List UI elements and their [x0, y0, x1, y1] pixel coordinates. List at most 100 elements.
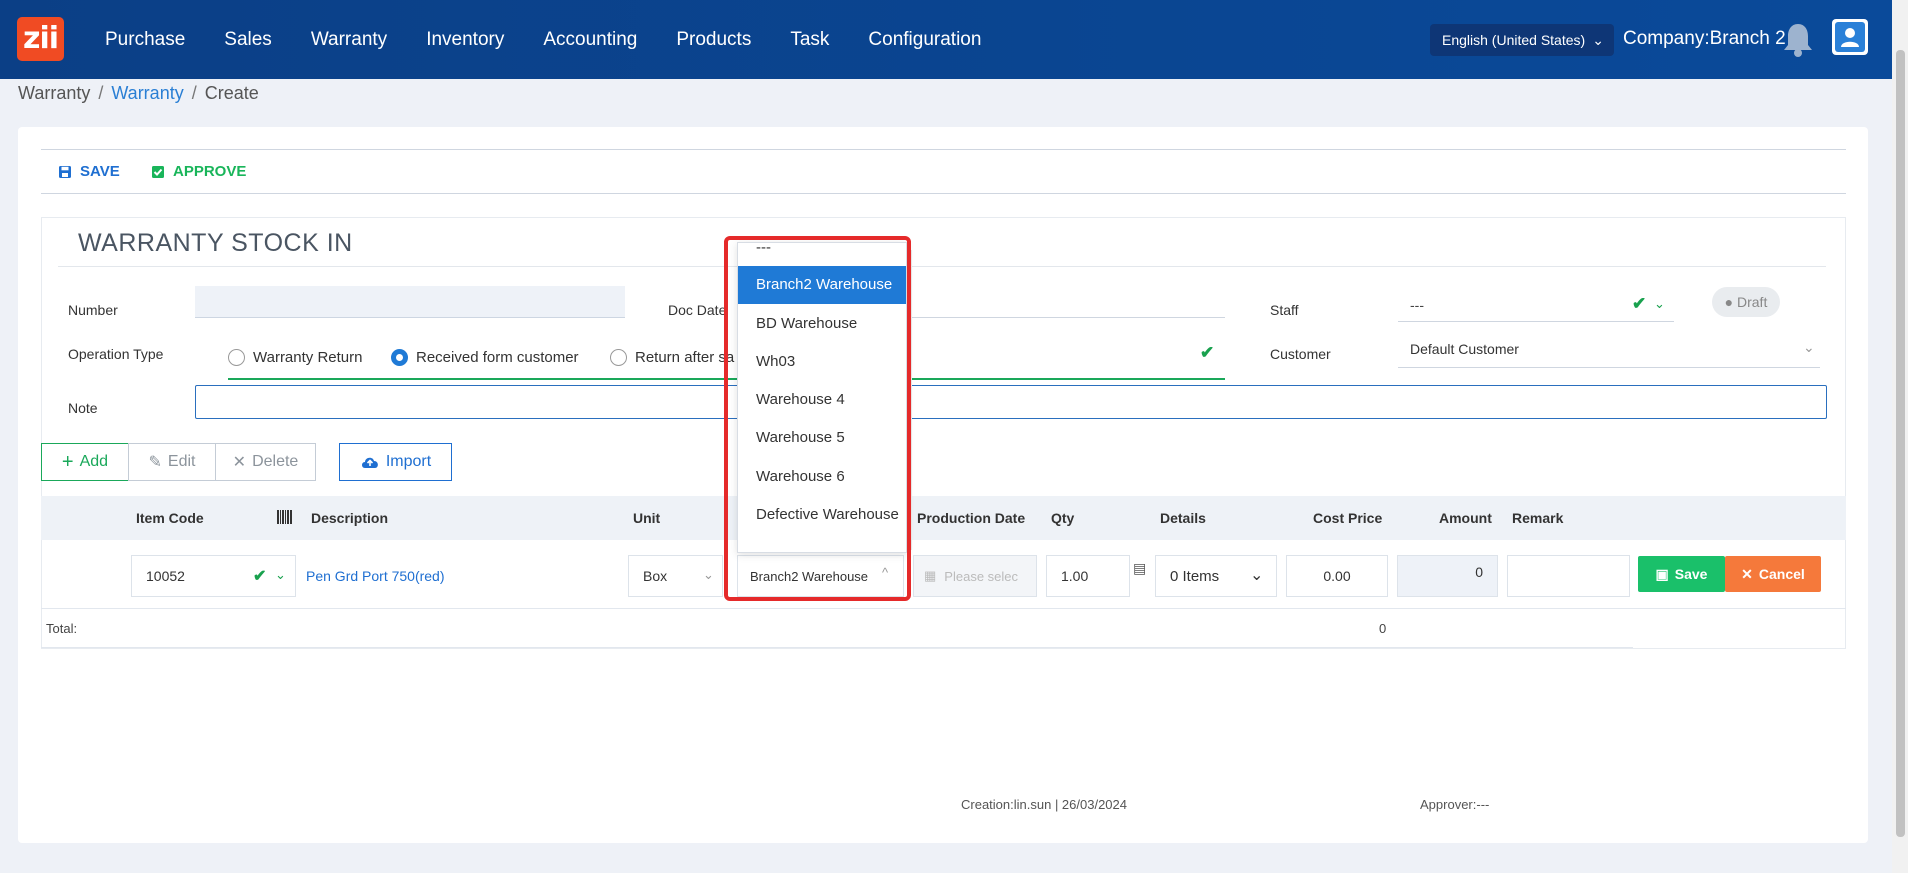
amount-field: 0 [1397, 555, 1498, 597]
production-date-input[interactable]: ▦ Please selec [913, 555, 1037, 597]
delete-label: Delete [252, 453, 299, 470]
import-label: Import [385, 453, 432, 470]
breadcrumb-current: Create [204, 83, 259, 103]
highlight-box [724, 236, 911, 601]
bell-icon[interactable] [1780, 20, 1816, 58]
staff-label: Staff [1270, 302, 1299, 318]
note-label: Note [68, 400, 98, 416]
column-production-date[interactable]: Production Date [917, 510, 1025, 526]
breadcrumb-separator: / [191, 83, 197, 103]
breadcrumb-link[interactable]: Warranty [111, 83, 183, 103]
logo[interactable]: zii [17, 17, 64, 61]
production-date-placeholder: Please selec [944, 568, 1019, 584]
approve-label: APPROVE [173, 163, 247, 180]
nav-inventory[interactable]: Inventory [426, 29, 504, 51]
customer-value[interactable]: Default Customer [1410, 341, 1519, 357]
creation-info: Creation:lin.sun | 26/03/2024 [961, 797, 1127, 812]
chevron-down-icon: ⌄ [1592, 32, 1604, 48]
floppy-icon: ▣ [1655, 565, 1669, 582]
calendar-icon: ▦ [924, 568, 937, 583]
row-save-button[interactable]: ▣ Save [1638, 556, 1725, 592]
edit-button[interactable]: ✎ Edit [128, 443, 216, 481]
import-button[interactable]: Import [339, 443, 452, 481]
staff-value[interactable]: --- [1410, 297, 1424, 313]
close-icon: ✕ [1741, 565, 1753, 582]
column-item-code[interactable]: Item Code [136, 510, 204, 526]
divider [41, 647, 1633, 648]
customer-label: Customer [1270, 346, 1331, 362]
customer-underline [1398, 367, 1820, 368]
company-label[interactable]: Company:Branch 2 [1623, 28, 1786, 50]
nav-task[interactable]: Task [790, 29, 829, 51]
nav-configuration[interactable]: Configuration [868, 29, 981, 51]
note-input[interactable] [195, 385, 1827, 419]
language-select[interactable]: English (United States) ⌄ [1430, 24, 1614, 56]
cost-price-input[interactable]: 0.00 [1286, 555, 1388, 597]
page-scrollbar[interactable] [1892, 0, 1908, 873]
nav-warranty[interactable]: Warranty [311, 29, 387, 51]
chevron-down-icon: ⌄ [703, 567, 714, 582]
check-icon: ✔ [253, 568, 267, 585]
column-description[interactable]: Description [311, 510, 388, 526]
breadcrumb-root: Warranty [18, 83, 91, 103]
column-unit[interactable]: Unit [633, 510, 660, 526]
unit-value: Box [643, 568, 668, 584]
calculator-icon[interactable]: ▤ [1133, 560, 1146, 577]
scrollbar-thumb[interactable] [1896, 50, 1905, 837]
total-value: 0 [1379, 621, 1387, 636]
floppy-icon [59, 165, 71, 178]
radio-checked-icon [391, 349, 408, 366]
total-label: Total: [46, 621, 78, 636]
chevron-down-icon: ⌄ [1250, 567, 1264, 584]
row-cancel-label: Cancel [1758, 566, 1805, 582]
nav-products[interactable]: Products [676, 29, 751, 51]
qty-input[interactable]: 1.00 [1046, 555, 1130, 597]
item-description-link[interactable]: Pen Grd Port 750(red) [306, 568, 445, 584]
approve-button[interactable]: APPROVE [151, 163, 246, 180]
number-input[interactable] [195, 286, 625, 318]
radio-label: Return after sa [635, 349, 735, 366]
radio-received-from-customer[interactable]: Received form customer [391, 349, 579, 366]
edit-label: Edit [167, 453, 196, 470]
column-amount[interactable]: Amount [1439, 510, 1492, 526]
item-code-value: 10052 [146, 568, 185, 584]
column-remark[interactable]: Remark [1512, 510, 1563, 526]
top-navigation-bar: zii Purchase Sales Warranty Inventory Ac… [0, 0, 1892, 79]
nav-sales[interactable]: Sales [224, 29, 272, 51]
radio-warranty-return[interactable]: Warranty Return [228, 349, 362, 366]
chevron-down-icon[interactable]: ⌄ [1654, 296, 1665, 312]
delete-button[interactable]: ✕ Delete [215, 443, 316, 481]
doc-date-input[interactable] [905, 317, 1225, 318]
radio-return-after-sales[interactable]: Return after sa [610, 349, 735, 366]
unit-select[interactable]: Box ⌄ [628, 555, 723, 597]
status-badge: ● Draft [1712, 287, 1780, 317]
row-save-label: Save [1674, 566, 1708, 582]
row-cancel-button[interactable]: ✕ Cancel [1725, 556, 1821, 592]
item-code-select[interactable]: 10052 ✔ ⌄ [131, 555, 296, 597]
operation-type-label: Operation Type [68, 346, 164, 362]
save-button[interactable]: SAVE [58, 163, 120, 180]
language-value: English (United States) [1442, 32, 1586, 48]
approver-info: Approver:--- [1420, 797, 1490, 812]
add-button[interactable]: + Add [41, 443, 129, 481]
user-avatar[interactable] [1832, 19, 1868, 55]
divider [58, 266, 1826, 267]
check-icon: ✔ [1200, 343, 1215, 362]
column-details[interactable]: Details [1160, 510, 1206, 526]
main-nav: Purchase Sales Warranty Inventory Accoun… [105, 0, 1020, 79]
nav-purchase[interactable]: Purchase [105, 29, 185, 51]
chevron-down-icon[interactable]: ⌄ [1803, 339, 1815, 356]
barcode-icon[interactable] [277, 510, 292, 524]
nav-accounting[interactable]: Accounting [543, 29, 637, 51]
radio-icon [610, 349, 627, 366]
page-title: WARRANTY STOCK IN [78, 229, 353, 257]
user-icon [1835, 22, 1865, 52]
divider [41, 193, 1846, 194]
column-qty[interactable]: Qty [1051, 510, 1074, 526]
cost-price-value: 0.00 [1323, 568, 1351, 584]
column-cost-price[interactable]: Cost Price [1313, 510, 1382, 526]
close-icon: ✕ [232, 454, 247, 471]
qty-value: 1.00 [1061, 568, 1089, 584]
details-select[interactable]: 0 Items ⌄ [1155, 555, 1277, 597]
remark-input[interactable] [1507, 555, 1630, 597]
